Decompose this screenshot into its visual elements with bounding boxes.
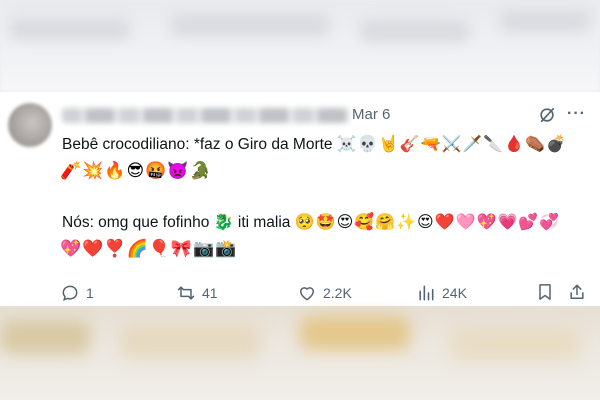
- reply-icon: [62, 285, 78, 301]
- avatar[interactable]: [8, 103, 52, 147]
- tweet-text-line-1: Bebê crocodiliano: *faz o Giro da Morte …: [62, 134, 567, 154]
- blurred-background-bottom: [0, 306, 600, 400]
- croc-emoji: 🐉: [213, 212, 234, 231]
- reply-count: 1: [86, 285, 94, 301]
- tweet-emojis-line-4: 💖❤️❣️🌈🎈🎀📷📸: [60, 239, 238, 259]
- retweet-count: 41: [202, 285, 218, 301]
- tweet-card[interactable]: Mar 6 ··· Bebê crocodiliano: *faz o Giro…: [0, 92, 600, 306]
- like-button[interactable]: 2.2K: [297, 282, 352, 304]
- views-count: 24K: [442, 285, 467, 301]
- reply-button[interactable]: 1: [60, 282, 94, 304]
- tweet-text: Bebê crocodiliano: *faz o Giro da Morte: [62, 136, 333, 153]
- tweet-text-line-3: Nós: omg que fofinho 🐉 iti malia 🥺🤩😍🥰🤗✨😍…: [62, 212, 560, 232]
- tweet-text-3: iti malia: [237, 214, 291, 231]
- views-button[interactable]: 24K: [416, 282, 467, 304]
- like-count: 2.2K: [323, 285, 352, 301]
- share-icon[interactable]: [567, 282, 587, 302]
- author-name-blurred[interactable]: [62, 108, 350, 123]
- tweet-emojis-line-2: 🧨💥🔥😎🤬👿🐊: [60, 161, 212, 181]
- tweet-text-2: Nós: omg que fofinho: [62, 214, 210, 231]
- retweet-icon: [177, 286, 195, 300]
- views-icon: [419, 285, 434, 301]
- grok-icon[interactable]: [538, 106, 556, 124]
- bookmark-icon[interactable]: [535, 282, 555, 302]
- more-icon[interactable]: ···: [567, 106, 586, 122]
- tweet-emojis-3: 🥺🤩😍🥰🤗✨😍❤️🩷💖💗💕💞: [294, 212, 561, 231]
- blurred-background-top: [0, 0, 600, 92]
- retweet-button[interactable]: 41: [176, 282, 218, 304]
- tweet-date[interactable]: Mar 6: [352, 106, 390, 123]
- tweet-emojis: ☠️💀🤘🎸🔫⚔️🗡️🔪🩸⚰️💣: [336, 134, 567, 153]
- like-icon: [300, 287, 314, 301]
